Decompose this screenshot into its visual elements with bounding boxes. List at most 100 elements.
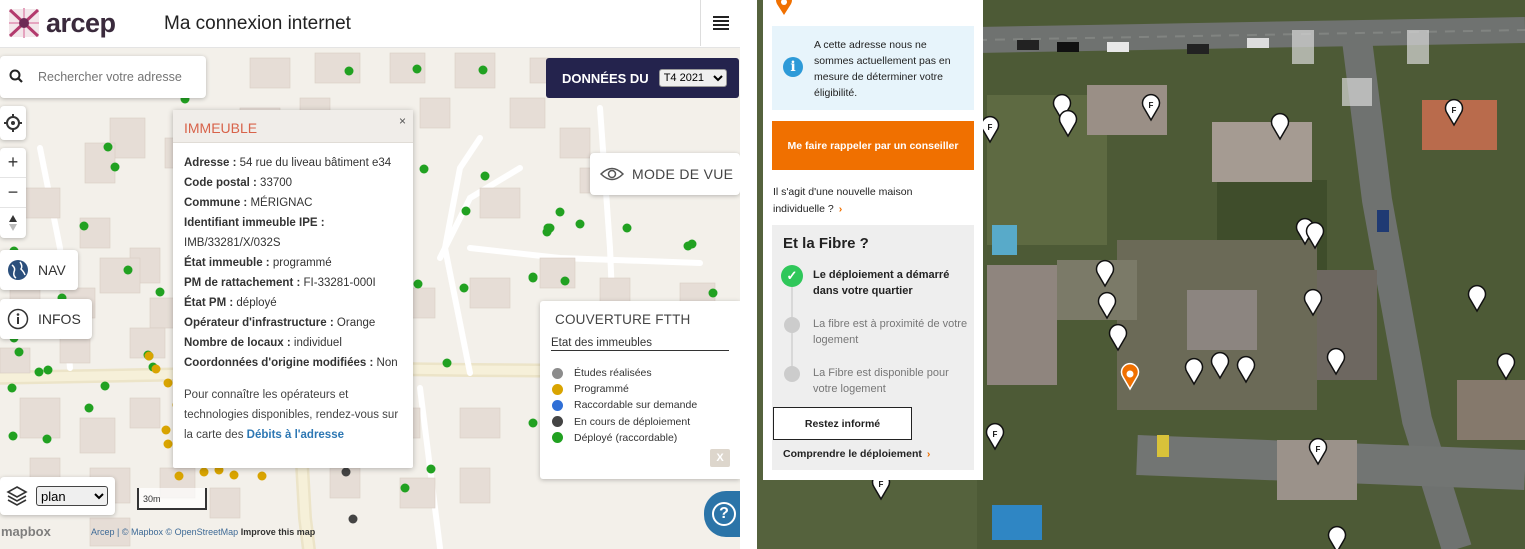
building-marker[interactable] xyxy=(229,470,239,480)
building-marker[interactable] xyxy=(174,471,184,481)
building-marker[interactable] xyxy=(528,273,538,283)
basemap-select[interactable]: plan xyxy=(36,486,108,506)
coverage-close-button[interactable]: X xyxy=(710,449,730,467)
building-marker[interactable] xyxy=(426,464,436,474)
building-marker[interactable] xyxy=(461,206,471,216)
building-marker[interactable] xyxy=(348,514,358,524)
building-marker[interactable] xyxy=(199,467,209,477)
building-marker[interactable] xyxy=(555,207,565,217)
building-marker[interactable] xyxy=(478,65,488,75)
info-icon: i xyxy=(783,57,803,77)
building-marker[interactable] xyxy=(442,358,452,368)
nav-button[interactable]: NAV xyxy=(0,250,78,290)
eligibility-notice-text: A cette adresse nous ne sommes actuellem… xyxy=(814,39,951,99)
popup-field-label: Coordonnées d'origine modifiées : xyxy=(184,357,374,369)
building-marker[interactable] xyxy=(100,381,110,391)
popup-close-button[interactable]: × xyxy=(399,114,406,128)
zoom-in-button[interactable]: + xyxy=(0,148,26,178)
popup-field-value: IMB/33281/X/032S xyxy=(184,237,281,249)
building-footprint xyxy=(454,52,496,89)
popup-field: Nombre de locaux : individuel xyxy=(184,333,402,353)
building-marker[interactable] xyxy=(8,431,18,441)
popup-title: IMMEUBLE xyxy=(173,110,413,143)
building-marker[interactable] xyxy=(543,223,553,233)
building-marker[interactable] xyxy=(575,219,585,229)
popup-field-label: État PM : xyxy=(184,297,234,309)
address-search[interactable] xyxy=(0,56,206,98)
eye-icon xyxy=(600,167,624,181)
debits-link[interactable]: Débits à l'adresse xyxy=(247,429,344,441)
coverage-title: COUVERTURE FTTH xyxy=(555,312,691,327)
attribution-sources[interactable]: Arcep | © Mapbox © OpenStreetMap xyxy=(91,527,238,537)
stay-informed-button[interactable]: Restez informé xyxy=(773,407,912,440)
improve-map-link[interactable]: Improve this map xyxy=(241,527,316,537)
building-marker[interactable] xyxy=(144,351,154,361)
building-footprint xyxy=(99,257,141,294)
popup-field-value: 54 rue du liveau bâtiment e34 xyxy=(239,157,392,169)
building-marker[interactable] xyxy=(257,471,267,481)
data-period-label: DONNÉES DU xyxy=(562,70,649,86)
mapbox-logo[interactable]: mapbox xyxy=(1,524,51,539)
popup-field-value: Orange xyxy=(336,317,376,329)
help-button[interactable]: ? xyxy=(704,491,740,537)
building-marker[interactable] xyxy=(43,365,53,375)
understand-deployment-text: Comprendre le déploiement xyxy=(783,448,922,460)
building-marker[interactable] xyxy=(622,223,632,233)
building-marker[interactable] xyxy=(34,367,44,377)
satellite-view: F F F F F F i A cette adresse nous ne sommes … xyxy=(757,0,1525,549)
building-marker[interactable] xyxy=(14,347,24,357)
popup-field: État PM : déployé xyxy=(184,293,402,313)
building-marker[interactable] xyxy=(480,171,490,181)
building-marker[interactable] xyxy=(79,221,89,231)
callback-button[interactable]: Me faire rappeler par un conseiller xyxy=(772,121,974,170)
building-marker[interactable] xyxy=(42,434,52,444)
popup-field-value: individuel xyxy=(293,337,342,349)
infos-button[interactable]: INFOS xyxy=(0,299,92,339)
building-marker[interactable] xyxy=(560,276,570,286)
building-marker[interactable] xyxy=(687,239,697,249)
building-footprint xyxy=(399,477,436,509)
building-marker[interactable] xyxy=(155,287,165,297)
fibre-status-box: Et la Fibre ? ✓ Le déploiement a démarré… xyxy=(772,225,974,470)
search-input[interactable] xyxy=(38,70,198,84)
building-marker[interactable] xyxy=(341,467,351,477)
building-marker[interactable] xyxy=(84,403,94,413)
arcep-logo[interactable]: arcep xyxy=(6,5,124,41)
data-period-selector: DONNÉES DU T4 2021 xyxy=(546,58,739,98)
legend-dot-icon xyxy=(552,416,563,428)
legend-item: Études réalisées xyxy=(552,365,697,381)
building-marker[interactable] xyxy=(412,64,422,74)
building-marker[interactable] xyxy=(110,162,120,172)
building-marker[interactable] xyxy=(419,164,429,174)
building-marker[interactable] xyxy=(161,425,171,435)
view-mode-button[interactable]: MODE DE VUE xyxy=(590,153,740,195)
building-marker[interactable] xyxy=(123,265,133,275)
building-marker[interactable] xyxy=(413,279,423,289)
popup-field-value: déployé xyxy=(236,297,277,309)
building-marker[interactable] xyxy=(459,283,469,293)
building-marker[interactable] xyxy=(103,142,113,152)
new-house-link[interactable]: Il s'agit d'une nouvelle maison individu… xyxy=(773,184,963,218)
building-marker[interactable] xyxy=(7,383,17,393)
building-footprint xyxy=(539,257,576,289)
app-header: arcep Ma connexion internet xyxy=(0,0,740,48)
building-marker[interactable] xyxy=(151,364,161,374)
building-marker[interactable] xyxy=(708,288,718,298)
legend-label: Raccordable sur demande xyxy=(574,399,698,412)
popup-field: PM de rattachement : FI-33281-000I xyxy=(184,273,402,293)
building-marker[interactable] xyxy=(344,66,354,76)
arcep-map-view: arcep Ma connexion internet Rechercher v… xyxy=(0,0,740,549)
legend-dot-icon xyxy=(552,367,563,379)
compass-button[interactable] xyxy=(0,208,26,238)
zoom-out-button[interactable]: − xyxy=(0,178,26,208)
popup-field-value: Non xyxy=(376,357,398,369)
attribution-text: Arcep | © Mapbox © OpenStreetMap Improve… xyxy=(91,527,315,537)
building-marker[interactable] xyxy=(400,483,410,493)
building-marker[interactable] xyxy=(528,418,538,428)
building-marker[interactable] xyxy=(163,378,173,388)
hamburger-menu-button[interactable] xyxy=(700,0,740,46)
building-marker[interactable] xyxy=(163,439,173,449)
understand-deployment-link[interactable]: Comprendre le déploiement › xyxy=(783,448,930,460)
geolocate-button[interactable] xyxy=(0,106,26,140)
data-period-select[interactable]: T4 2021 xyxy=(658,69,727,87)
